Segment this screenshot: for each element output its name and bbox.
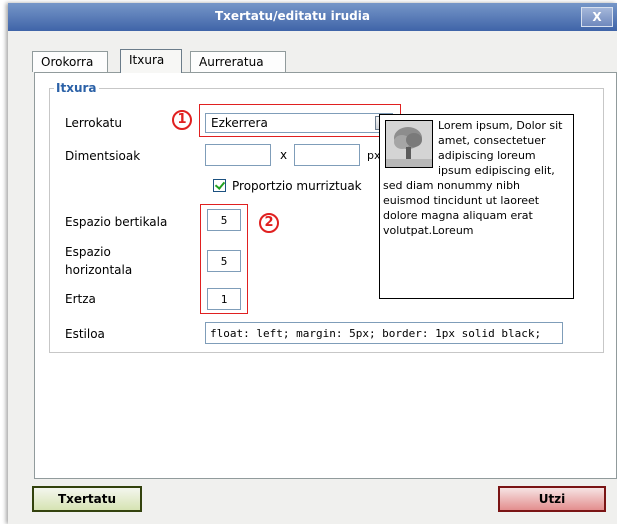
fieldset-legend: Itxura [56, 81, 97, 95]
style-input[interactable] [205, 322, 563, 344]
dimension-separator: x [280, 148, 288, 162]
align-label: Lerrokatu [65, 116, 122, 130]
close-icon: X [592, 10, 602, 24]
vspace-label: Espazio bertikala [65, 215, 168, 229]
dimensions-label: Dimentsioak [65, 149, 141, 163]
annotation-box-spacing [200, 204, 248, 314]
tab-appearance[interactable]: Itxura [120, 49, 182, 73]
image-dialog: Txertatu/editatu irudia X Orokorra Itxur… [8, 3, 617, 524]
insert-button[interactable]: Txertatu [32, 486, 142, 512]
tab-advanced[interactable]: Aurreratua [190, 51, 286, 72]
width-input[interactable] [205, 144, 271, 166]
hspace-label-line1: Espazio [65, 245, 111, 259]
tree-image-icon [385, 120, 433, 168]
constrain-checkbox[interactable] [213, 179, 226, 192]
cancel-button[interactable]: Utzi [498, 486, 606, 512]
height-input[interactable] [294, 144, 360, 166]
image-preview: Lorem ipsum, Dolor sit amet, consectetue… [379, 114, 574, 299]
style-label: Estiloa [65, 327, 105, 341]
hspace-label-line2: horizontala [65, 263, 133, 277]
constrain-label: Proportzio murriztuak [232, 179, 362, 193]
annotation-marker-2: 2 [259, 213, 279, 233]
close-button[interactable]: X [581, 7, 613, 27]
annotation-box-align [199, 104, 401, 137]
dialog-title: Txertatu/editatu irudia [215, 9, 370, 23]
dialog-titlebar[interactable]: Txertatu/editatu irudia X [8, 3, 617, 31]
border-label: Ertza [65, 292, 96, 306]
annotation-marker-1: 1 [172, 110, 192, 130]
tab-general[interactable]: Orokorra [32, 51, 108, 72]
